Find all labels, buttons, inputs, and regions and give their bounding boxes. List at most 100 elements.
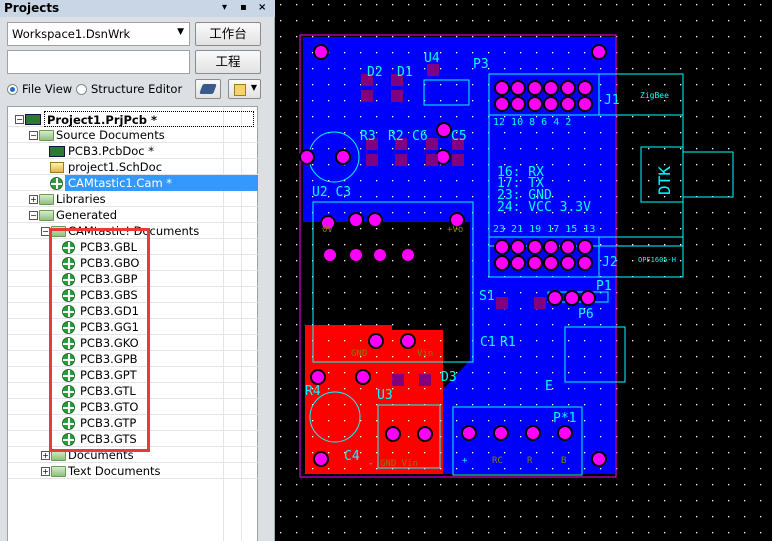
schematic-icon	[50, 162, 64, 173]
silk-label-u2c3: U2 C3	[312, 185, 351, 200]
pad	[348, 212, 364, 228]
pad	[525, 425, 541, 441]
pad	[510, 239, 526, 255]
silk-label-dtk: DTK	[655, 166, 674, 195]
structure-editor-radio[interactable]: Structure Editor	[76, 82, 182, 96]
pad	[435, 149, 451, 165]
tree-item-label: CAMtastic1.Cam *	[65, 175, 258, 191]
silk-label-c4: C4	[344, 449, 360, 464]
pad	[313, 44, 329, 60]
project-button[interactable]: 工程	[195, 50, 261, 74]
workspace-select[interactable]: Workspace1.DsnWrk ▼	[7, 22, 190, 46]
folder-icon	[51, 466, 66, 477]
silk-label-d1: D1	[397, 65, 413, 80]
folder-icon	[39, 194, 54, 205]
pad	[367, 212, 383, 228]
smd-pad	[426, 154, 438, 166]
pad	[355, 369, 371, 385]
cam-icon	[50, 177, 63, 190]
project-input[interactable]	[7, 50, 190, 74]
panel-title-text: Projects	[4, 1, 60, 15]
smd-pad	[534, 297, 546, 309]
pcb-canvas[interactable]: D2 D1U4 P3R3 R2 C6 C5U2 C3J1J216: RX17: TX23:…	[276, 0, 772, 541]
tree-item-label: PCB3.PcbDoc *	[68, 144, 155, 158]
expand-icon[interactable]: +	[41, 451, 50, 460]
panel-menu-icon[interactable]: ▾	[222, 1, 227, 15]
tree-item-generated[interactable]: − Generated	[8, 207, 258, 223]
pad	[560, 96, 576, 112]
silk-label-r1: R1	[500, 335, 516, 350]
pad	[322, 247, 338, 263]
expand-icon[interactable]: +	[29, 195, 38, 204]
silk-label-rc: RC	[492, 456, 503, 466]
pad	[493, 425, 509, 441]
pad	[310, 369, 326, 385]
silk-label-r: R	[527, 456, 533, 466]
pad	[560, 239, 576, 255]
pad	[494, 96, 510, 112]
tree-item-cam-selected[interactable]: CAMtastic1.Cam *	[8, 175, 258, 191]
pad	[560, 255, 576, 271]
tree-item-pcbdoc[interactable]: PCB3.PcbDoc *	[8, 143, 258, 159]
pad	[527, 80, 543, 96]
collapse-icon[interactable]: −	[15, 115, 24, 124]
smd-pad	[392, 374, 404, 386]
silk-label-r2: R2	[388, 129, 404, 144]
tree-item-schdoc[interactable]: project1.SchDoc	[8, 159, 258, 175]
collapse-icon[interactable]: −	[29, 211, 38, 220]
silk-label-ov: 0V	[322, 225, 333, 235]
silk-label-zigbee: ZigBee	[640, 91, 669, 100]
structure-editor-label: Structure Editor	[91, 82, 183, 96]
pad	[527, 96, 543, 112]
pad	[385, 426, 401, 442]
pad	[510, 255, 526, 271]
smd-pad	[395, 154, 407, 166]
pad	[591, 451, 607, 467]
tree-item-source-documents[interactable]: − Source Documents	[8, 127, 258, 143]
silk-label-p6: P6	[578, 307, 594, 322]
pad	[564, 290, 580, 306]
smd-pad	[361, 90, 373, 102]
pin-icon[interactable]: ▪	[240, 1, 247, 15]
chip-icon	[199, 84, 217, 94]
silk-label-r4: R4	[305, 384, 321, 399]
pad	[543, 96, 559, 112]
document-icon	[234, 84, 246, 96]
pad	[577, 96, 593, 112]
tree-item-text-documents[interactable]: + Text Documents	[8, 463, 258, 479]
folder-icon	[39, 210, 54, 221]
silk-label-minus: -	[368, 459, 373, 469]
folder-icon	[39, 130, 54, 141]
pad	[580, 290, 596, 306]
pad	[577, 239, 593, 255]
expand-icon[interactable]: +	[41, 467, 50, 476]
chevron-down-icon: ▼	[177, 27, 184, 37]
silk-label-j1: J1	[604, 93, 620, 108]
workbench-button[interactable]: 工作台	[195, 22, 261, 46]
silk-label-s1: S1	[479, 289, 495, 304]
silk-label-j1pins: 12 10 8 6 4 2	[493, 117, 571, 128]
close-icon[interactable]: ×	[258, 1, 266, 15]
pad	[527, 239, 543, 255]
tree-item-project[interactable]: − Project1.PrjPcb *	[8, 111, 258, 127]
document-options-button[interactable]: ▼	[228, 79, 261, 99]
pcb-project-icon	[25, 114, 41, 125]
compile-button[interactable]	[195, 79, 221, 99]
silk-label-c1: C1	[480, 335, 496, 350]
tree-item-label: Libraries	[56, 192, 106, 206]
pad	[577, 80, 593, 96]
tree-item-libraries[interactable]: + Libraries	[8, 191, 258, 207]
radio-selected	[7, 83, 18, 95]
silk-label-d2: D2	[367, 65, 383, 80]
pad	[494, 255, 510, 271]
silk-label-j2pins: 23 21 19 17 15 13	[493, 224, 595, 235]
pad	[299, 149, 315, 165]
silk-label-r3: R3	[360, 129, 376, 144]
pad	[368, 333, 384, 349]
pad	[461, 425, 477, 441]
pad	[577, 255, 593, 271]
pad	[313, 451, 329, 467]
collapse-icon[interactable]: −	[29, 131, 38, 140]
highlight-box	[49, 228, 150, 452]
file-view-radio[interactable]: File View	[7, 82, 72, 96]
